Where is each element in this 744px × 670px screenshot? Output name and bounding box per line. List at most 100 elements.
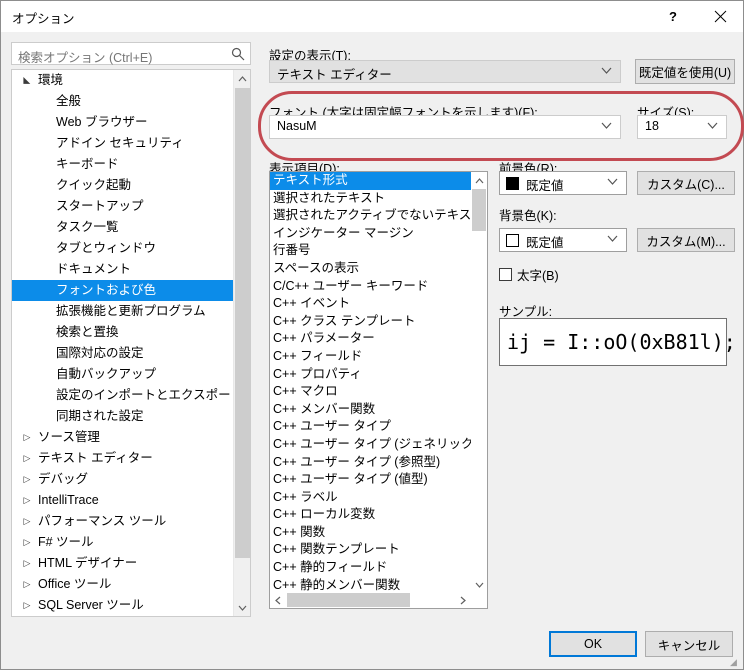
display-item[interactable]: C++ メンバー関数 <box>270 401 472 419</box>
display-item[interactable]: C++ ユーザー タイプ <box>270 418 472 436</box>
tree-item[interactable]: ▷ ソース管理 <box>12 427 234 448</box>
show-settings-value: テキスト エディター <box>277 68 392 82</box>
tree-collapsed-icon[interactable]: ▷ <box>20 448 34 469</box>
display-item[interactable]: テキスト形式 <box>270 172 472 190</box>
tree-item[interactable]: ▷ IntelliTrace <box>12 490 234 511</box>
display-item[interactable]: C++ ユーザー タイプ (参照型) <box>270 454 472 472</box>
display-item[interactable]: 行番号 <box>270 242 472 260</box>
display-items-listbox[interactable]: テキスト形式 選択されたテキスト 選択されたアクティブでないテキスト インジケーター … <box>269 171 488 609</box>
display-item[interactable]: C++ クラス テンプレート <box>270 313 472 331</box>
display-item[interactable]: C++ プロパティ <box>270 366 472 384</box>
tree-item[interactable]: ▷ HTML デザイナー <box>12 553 234 574</box>
tree-item[interactable]: タスク一覧 <box>12 217 234 238</box>
list-scroll-down-icon[interactable] <box>471 576 487 593</box>
tree-item[interactable]: Web ブラウザー <box>12 112 234 133</box>
display-item[interactable]: C/C++ ユーザー キーワード <box>270 278 472 296</box>
tree-collapsed-icon[interactable]: ▷ <box>20 490 34 511</box>
use-default-button[interactable]: 既定値を使用(U) <box>635 59 735 84</box>
tree-item[interactable]: 検索と置換 <box>12 322 234 343</box>
display-item[interactable]: インジケーター マージン <box>270 225 472 243</box>
tree-item[interactable]: ▷ Office ツール <box>12 574 234 595</box>
tree-scroll-up-icon[interactable] <box>234 70 250 87</box>
display-item[interactable]: C++ ローカル変数 <box>270 506 472 524</box>
tree-item[interactable]: ▷ SQL Server ツール <box>12 595 234 616</box>
display-item[interactable]: 選択されたアクティブでないテキスト <box>270 207 484 225</box>
display-item[interactable]: C++ マクロ <box>270 383 472 401</box>
options-tree[interactable]: ◢ 環境全般 Web ブラウザー アドイン セキュリティ キーボード クイック起動 スタート… <box>11 69 251 617</box>
tree-item[interactable]: スタートアップ <box>12 196 234 217</box>
tree-collapsed-icon[interactable]: ▷ <box>20 469 34 490</box>
tree-collapsed-icon[interactable]: ▷ <box>20 511 34 532</box>
tree-collapsed-icon[interactable]: ▷ <box>20 595 34 616</box>
display-item[interactable]: C++ ユーザー タイプ (ジェネリック型) <box>270 436 487 454</box>
tree-item-label: Office ツール <box>38 577 112 591</box>
tree-scroll-thumb[interactable] <box>235 88 250 558</box>
resize-grip[interactable]: ◢ <box>730 657 740 667</box>
display-items-vscroll-thumb[interactable] <box>472 189 486 231</box>
display-items-vscrollbar[interactable] <box>471 172 487 593</box>
display-item[interactable]: C++ 関数 <box>270 524 472 542</box>
display-item[interactable]: C++ パラメーター <box>270 330 472 348</box>
display-items-hscroll-thumb[interactable] <box>287 593 410 607</box>
display-item[interactable]: C++ ユーザー タイプ (値型) <box>270 471 472 489</box>
tree-item[interactable]: ドキュメント <box>12 259 234 280</box>
display-items-list: テキスト形式 選択されたテキスト 選択されたアクティブでないテキスト インジケーター … <box>270 172 487 608</box>
tree-scrollbar[interactable] <box>233 70 250 616</box>
tree-item[interactable]: ▷ デバッグ <box>12 469 234 490</box>
display-item[interactable]: C++ 静的フィールド <box>270 559 472 577</box>
bold-checkbox-box[interactable] <box>499 267 512 281</box>
display-item[interactable]: C++ ラベル <box>270 489 472 507</box>
list-scroll-left-icon[interactable] <box>270 592 286 608</box>
tree-collapsed-icon[interactable]: ▷ <box>20 427 34 448</box>
custom-background-button[interactable]: カスタム(M)... <box>637 228 735 252</box>
display-item[interactable]: スペースの表示 <box>270 260 472 278</box>
tree-item[interactable]: 設定のインポートとエクスポート <box>12 385 243 406</box>
tree-item[interactable]: キーボード <box>12 154 234 175</box>
list-scroll-up-icon[interactable] <box>471 172 487 189</box>
tree-item[interactable]: クイック起動 <box>12 175 234 196</box>
bold-checkbox[interactable]: 太字(B) <box>499 266 559 283</box>
list-scroll-right-icon[interactable] <box>455 592 471 608</box>
tree-item[interactable]: 自動バックアップ <box>12 364 234 385</box>
tree-collapsed-icon[interactable]: ▷ <box>20 553 34 574</box>
tree-item[interactable]: アドイン セキュリティ <box>12 133 234 154</box>
tree-scroll-down-icon[interactable] <box>234 599 250 616</box>
tree-item[interactable]: ▷ F# ツール <box>12 532 234 553</box>
display-item[interactable]: C++ イベント <box>270 295 472 313</box>
tree-item-label: フォントおよび色 <box>56 283 157 297</box>
size-combo[interactable]: 18 <box>637 115 727 139</box>
display-items-hscrollbar[interactable] <box>270 592 471 608</box>
tree-item-label: Web パフォーマンス テスト ツール <box>38 616 236 617</box>
display-item-label: C++ 静的フィールド <box>273 560 388 575</box>
tree-item[interactable]: ▷ テキスト エディター <box>12 448 234 469</box>
tree-item[interactable]: フォントおよび色 <box>12 280 234 301</box>
display-item[interactable]: C++ フィールド <box>270 348 472 366</box>
display-item[interactable]: C++ 関数テンプレート <box>270 541 472 559</box>
tree-collapsed-icon[interactable]: ▷ <box>20 574 34 595</box>
tree-item[interactable]: 国際対応の設定 <box>12 343 234 364</box>
tree-expanded-icon[interactable]: ◢ <box>17 74 38 88</box>
tree-collapsed-icon[interactable]: ▷ <box>20 532 34 553</box>
tree-collapsed-icon[interactable]: ▷ <box>20 616 34 617</box>
tree-item[interactable]: ▷ パフォーマンス ツール <box>12 511 234 532</box>
custom-foreground-button[interactable]: カスタム(C)... <box>637 171 735 195</box>
help-icon[interactable]: ? <box>650 1 696 32</box>
tree-item[interactable]: 全般 <box>12 91 234 112</box>
cancel-button[interactable]: キャンセル <box>645 631 733 657</box>
tree-item[interactable]: 同期された設定 <box>12 406 234 427</box>
foreground-combo[interactable]: 既定値 <box>499 171 627 195</box>
display-item[interactable]: 選択されたテキスト <box>270 190 472 208</box>
background-combo[interactable]: 既定値 <box>499 228 627 252</box>
tree-item[interactable]: 拡張機能と更新プログラム <box>12 301 234 322</box>
font-combo[interactable]: NasuM <box>269 115 621 139</box>
tree-item[interactable]: ▷ Web パフォーマンス テスト ツール <box>12 616 234 617</box>
search-icon[interactable] <box>231 47 245 64</box>
tree-item-label: 全般 <box>56 94 82 108</box>
display-item-label: C++ ラベル <box>273 489 338 504</box>
show-settings-combo[interactable]: テキスト エディター <box>269 60 621 83</box>
search-input[interactable]: 検索オプション (Ctrl+E) <box>11 42 251 65</box>
tree-item[interactable]: ◢ 環境 <box>12 70 234 91</box>
close-icon[interactable] <box>697 1 743 32</box>
tree-item[interactable]: タブとウィンドウ <box>12 238 234 259</box>
ok-button[interactable]: OK <box>549 631 637 657</box>
